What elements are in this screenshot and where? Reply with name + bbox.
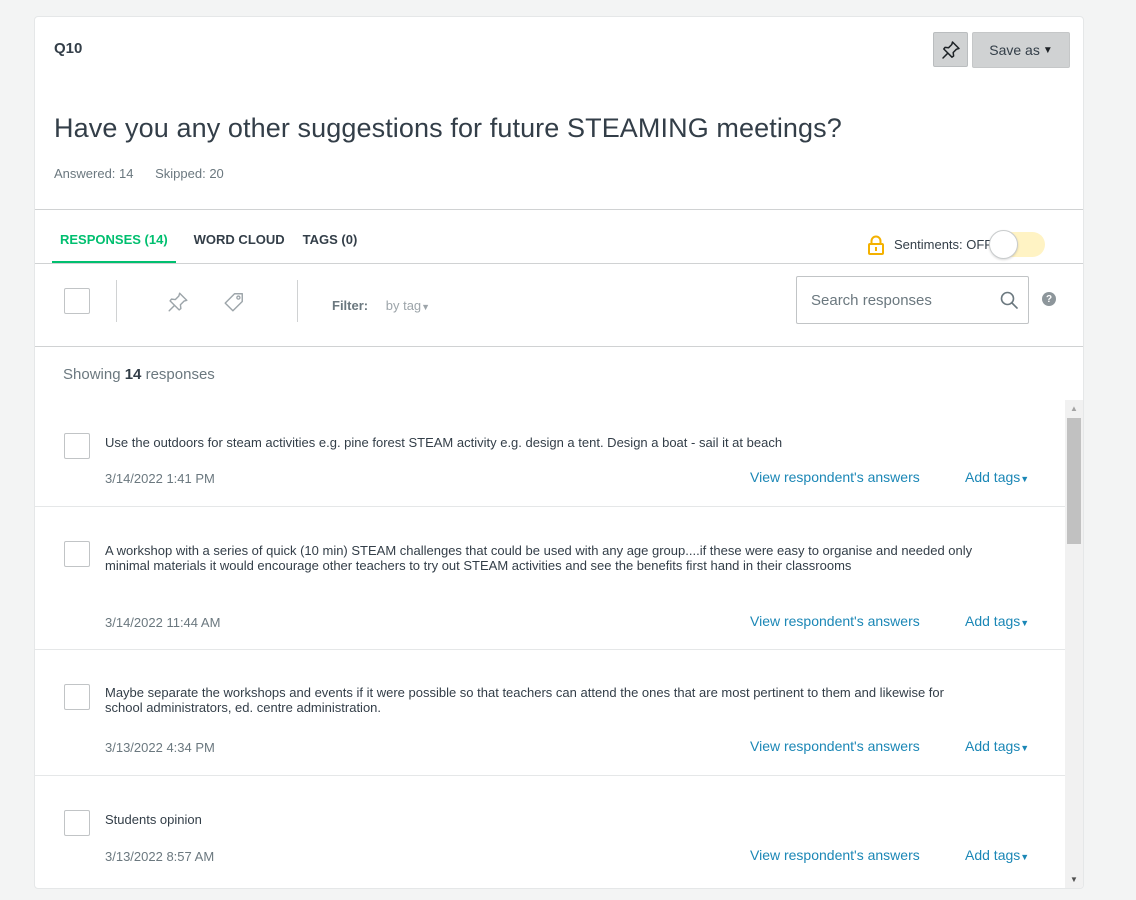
view-respondent-answers-link[interactable]: View respondent's answers bbox=[750, 469, 920, 485]
response-date: 3/14/2022 1:41 PM bbox=[105, 471, 215, 486]
showing-suffix: responses bbox=[145, 366, 215, 383]
chevron-down-icon: ▼ bbox=[1020, 618, 1030, 628]
divider bbox=[35, 346, 1083, 347]
pin-icon bbox=[941, 40, 961, 60]
responses-scrollbar[interactable]: ▲ ▼ bbox=[1065, 400, 1083, 888]
filter-label: Filter: bbox=[332, 298, 369, 313]
chevron-down-icon: ▼ bbox=[1020, 474, 1030, 484]
response-item: Use the outdoors for steam activities e.… bbox=[35, 400, 1065, 507]
view-respondent-answers-link[interactable]: View respondent's answers bbox=[750, 613, 920, 629]
chevron-down-icon: ▼ bbox=[1020, 743, 1030, 753]
sentiments-label: Sentiments: OFF bbox=[894, 237, 993, 252]
add-tags-button[interactable]: Add tags▼ bbox=[965, 738, 1029, 754]
view-respondent-answers-link[interactable]: View respondent's answers bbox=[750, 738, 920, 754]
response-text: Students opinion bbox=[105, 812, 202, 827]
showing-number: 14 bbox=[124, 366, 142, 383]
response-date: 3/13/2022 8:57 AM bbox=[105, 849, 215, 864]
response-text: Maybe separate the workshops and events … bbox=[105, 685, 944, 715]
response-checkbox[interactable] bbox=[64, 433, 90, 459]
response-text: A workshop with a series of quick (10 mi… bbox=[105, 543, 973, 573]
help-icon[interactable]: ? bbox=[1042, 292, 1056, 306]
showing-prefix: Showing bbox=[63, 366, 121, 383]
tab-responses[interactable]: RESPONSES (14) bbox=[52, 210, 176, 264]
toggle-knob bbox=[989, 230, 1019, 259]
question-stats: Answered: 14 Skipped: 20 bbox=[54, 166, 242, 181]
add-tags-label: Add tags bbox=[965, 847, 1021, 863]
answered-count: Answered: 14 bbox=[54, 166, 134, 181]
select-all-checkbox[interactable] bbox=[64, 288, 90, 314]
add-tags-button[interactable]: Add tags▼ bbox=[965, 613, 1029, 629]
tab-bar: RESPONSES (14) WORD CLOUD TAGS (0) bbox=[52, 210, 365, 264]
response-date: 3/14/2022 11:44 AM bbox=[105, 615, 221, 630]
add-tags-label: Add tags bbox=[965, 738, 1021, 754]
pin-button[interactable] bbox=[933, 32, 968, 67]
response-item: Students opinion 3/13/2022 8:57 AM View … bbox=[35, 776, 1065, 888]
divider bbox=[35, 263, 1083, 264]
save-as-label: Save as bbox=[989, 42, 1040, 58]
view-respondent-answers-link[interactable]: View respondent's answers bbox=[750, 847, 920, 863]
add-tags-button[interactable]: Add tags▼ bbox=[965, 469, 1029, 485]
add-tags-button[interactable]: Add tags▼ bbox=[965, 847, 1029, 863]
filter-control: Filter: by tag▼ bbox=[332, 298, 430, 313]
question-title: Have you any other suggestions for futur… bbox=[54, 113, 842, 143]
filter-by-tag-dropdown[interactable]: by tag▼ bbox=[386, 298, 430, 313]
scroll-up-arrow-icon[interactable]: ▲ bbox=[1070, 404, 1078, 413]
chevron-down-icon: ▼ bbox=[421, 302, 431, 312]
toolbar-separator bbox=[116, 280, 117, 322]
chevron-down-icon: ▼ bbox=[1042, 44, 1053, 56]
pin-icon[interactable] bbox=[167, 291, 189, 313]
skipped-count: Skipped: 20 bbox=[155, 166, 224, 181]
responses-list: Use the outdoors for steam activities e.… bbox=[35, 400, 1065, 888]
response-checkbox[interactable] bbox=[64, 684, 90, 710]
response-item: Maybe separate the workshops and events … bbox=[35, 650, 1065, 776]
response-date: 3/13/2022 4:34 PM bbox=[105, 740, 215, 755]
response-checkbox[interactable] bbox=[64, 810, 90, 836]
tab-tags[interactable]: TAGS (0) bbox=[295, 210, 366, 264]
response-text: Use the outdoors for steam activities e.… bbox=[105, 435, 783, 450]
add-tags-label: Add tags bbox=[965, 469, 1021, 485]
add-tags-label: Add tags bbox=[965, 613, 1021, 629]
sentiments-control: Sentiments: OFF bbox=[867, 230, 1046, 259]
lock-icon bbox=[867, 235, 885, 255]
search-icon[interactable] bbox=[1000, 291, 1018, 309]
sentiments-toggle[interactable] bbox=[989, 230, 1046, 259]
scrollbar-thumb[interactable] bbox=[1067, 418, 1081, 544]
save-as-button[interactable]: Save as ▼ bbox=[972, 32, 1070, 68]
response-checkbox[interactable] bbox=[64, 541, 90, 567]
response-item: A workshop with a series of quick (10 mi… bbox=[35, 507, 1065, 650]
question-card: Q10 Save as ▼ Have you any other suggest… bbox=[34, 16, 1084, 889]
chevron-down-icon: ▼ bbox=[1020, 852, 1030, 862]
tab-word-cloud[interactable]: WORD CLOUD bbox=[186, 210, 293, 264]
question-number: Q10 bbox=[54, 40, 83, 57]
search-input[interactable] bbox=[811, 290, 991, 310]
scroll-down-arrow-icon[interactable]: ▼ bbox=[1070, 875, 1078, 884]
showing-count: Showing 14 responses bbox=[63, 366, 215, 383]
filter-value: by tag bbox=[385, 298, 422, 313]
toolbar-separator bbox=[297, 280, 298, 322]
tag-icon[interactable] bbox=[223, 291, 245, 313]
search-box bbox=[796, 276, 1029, 324]
